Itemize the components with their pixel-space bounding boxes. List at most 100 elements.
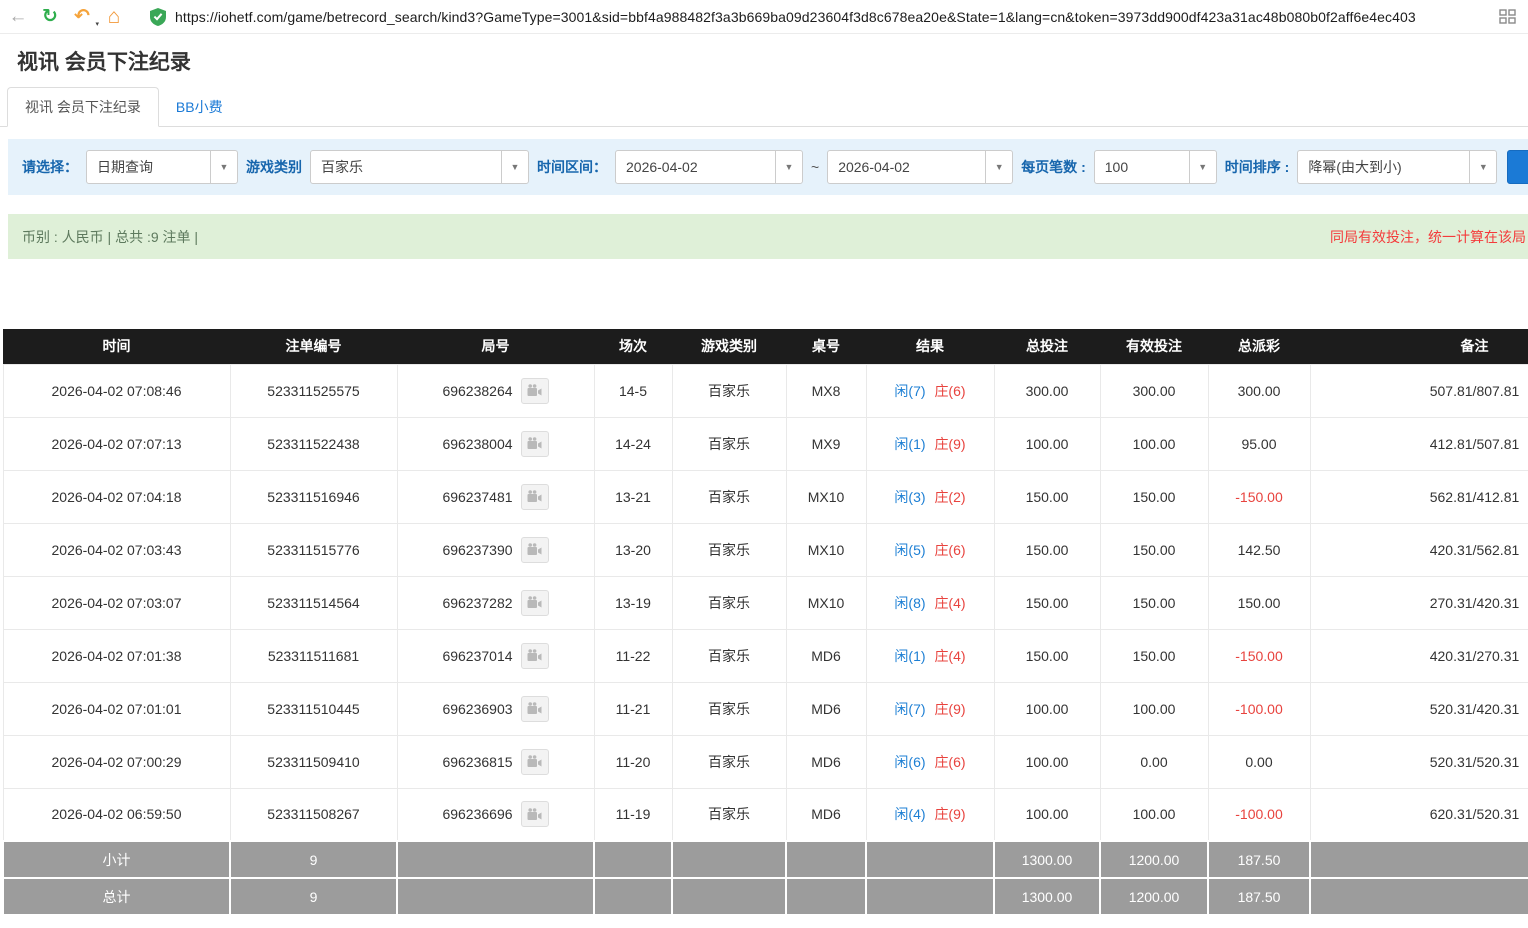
bet-time: 2026-04-02 07:00:29 [3,735,230,788]
video-replay-button[interactable] [521,749,549,775]
tab-bb-tips[interactable]: BB小费 [159,88,240,126]
payout: 300.00 [1208,364,1310,417]
table-no: MX10 [786,576,866,629]
total-bet-link[interactable]: 100.00 [994,682,1100,735]
address-bar[interactable]: https://iohetf.com/game/betrecord_search… [142,3,1490,30]
total-bet-link[interactable]: 100.00 [994,417,1100,470]
video-replay-button[interactable] [521,537,549,563]
chevron-down-icon: ▾ [95,20,99,28]
payout: 142.50 [1208,523,1310,576]
subtotal-valid-bet: 1200.00 [1100,841,1208,878]
video-replay-button[interactable] [521,590,549,616]
remark: 270.31/420.31 [1310,576,1528,629]
total-bet-link[interactable]: 150.00 [994,470,1100,523]
table-no: MD6 [786,788,866,841]
table-row: 2026-04-02 07:08:46 523311525575 6962382… [3,364,1528,417]
date-to-input[interactable]: 2026-04-02 ▼ [827,150,1013,184]
session: 11-19 [594,788,672,841]
round-cell: 696237481 [397,470,594,523]
remark: 520.31/520.31 [1310,735,1528,788]
undo-history-icon[interactable]: ↶▾ [68,3,96,31]
browser-chrome: ← ↻ ↶▾ ⌂ https://iohetf.com/game/betreco… [0,0,1528,34]
page-title: 视讯 会员下注纪录 [0,34,1528,76]
chevron-down-icon[interactable]: ▼ [1469,151,1496,183]
round-id: 696237014 [442,648,512,664]
round-id: 696237282 [442,595,512,611]
chevron-down-icon[interactable]: ▼ [775,151,802,183]
table-row: 2026-04-02 07:07:13 523311522438 6962380… [3,417,1528,470]
payout: -150.00 [1208,470,1310,523]
result-player: 闲(6) [894,754,925,770]
payout: 150.00 [1208,576,1310,629]
video-replay-button[interactable] [521,431,549,457]
round-cell: 696238264 [397,364,594,417]
back-icon[interactable]: ← [4,3,32,31]
table-no: MD6 [786,682,866,735]
chevron-down-icon[interactable]: ▼ [985,151,1012,183]
table-row: 2026-04-02 07:03:07 523311514564 6962372… [3,576,1528,629]
total-bet-link[interactable]: 100.00 [994,788,1100,841]
bet-id: 523311516946 [230,470,397,523]
game-type-value: 百家乐 [311,151,501,183]
result-cell: 闲(7) 庄(6) [866,364,994,417]
payout: -100.00 [1208,788,1310,841]
table-row: 2026-04-02 07:03:43 523311515776 6962373… [3,523,1528,576]
remark: 620.31/520.31 [1310,788,1528,841]
sort-label: 时间排序 : [1225,157,1290,177]
valid-bet: 100.00 [1100,788,1208,841]
empty-cell [866,841,994,878]
total-bet-link[interactable]: 150.00 [994,523,1100,576]
total-payout: 187.50 [1208,878,1310,915]
result-cell: 闲(8) 庄(4) [866,576,994,629]
table-no: MX10 [786,523,866,576]
chevron-down-icon[interactable]: ▼ [210,151,237,183]
page-size-select[interactable]: 100 ▼ [1094,150,1217,184]
extensions-grid-icon[interactable] [1494,4,1520,30]
url-text: https://iohetf.com/game/betrecord_search… [175,9,1416,25]
video-replay-button[interactable] [521,801,549,827]
sort-select[interactable]: 降幂(由大到小) ▼ [1297,150,1497,184]
col-total-bet: 总投注 [994,329,1100,364]
home-icon[interactable]: ⌂ [100,3,128,31]
date-from-input[interactable]: 2026-04-02 ▼ [615,150,803,184]
result-banker: 庄(9) [934,701,965,717]
bet-time: 2026-04-02 07:04:18 [3,470,230,523]
refresh-icon[interactable]: ↻ [36,3,64,31]
video-replay-button[interactable] [521,378,549,404]
result-player: 闲(5) [894,542,925,558]
valid-bet: 100.00 [1100,682,1208,735]
result-banker: 庄(6) [934,383,965,399]
date-to-value: 2026-04-02 [828,151,985,183]
session: 13-21 [594,470,672,523]
tab-bet-records[interactable]: 视讯 会员下注纪录 [7,87,159,127]
subtotal-count: 9 [230,841,397,878]
session: 14-24 [594,417,672,470]
total-bet-link[interactable]: 100.00 [994,735,1100,788]
video-replay-button[interactable] [521,643,549,669]
bet-id: 523311510445 [230,682,397,735]
video-camera-icon [527,755,542,768]
session: 11-20 [594,735,672,788]
filter-bar: 请选择： 日期查询 ▼ 游戏类别 百家乐 ▼ 时间区间： 2026-04-02 … [8,139,1528,195]
total-bet-link[interactable]: 300.00 [994,364,1100,417]
chevron-down-icon[interactable]: ▼ [501,151,528,183]
total-bet-link[interactable]: 150.00 [994,576,1100,629]
query-type-select[interactable]: 日期查询 ▼ [86,150,238,184]
empty-cell [866,878,994,915]
col-remark: 备注 [1310,329,1528,364]
total-bet-link[interactable]: 150.00 [994,629,1100,682]
round-id: 696238004 [442,436,512,452]
video-replay-button[interactable] [521,484,549,510]
search-button[interactable] [1507,150,1528,184]
result-banker: 庄(6) [934,754,965,770]
valid-bet: 0.00 [1100,735,1208,788]
game-type-select[interactable]: 百家乐 ▼ [310,150,529,184]
table-no: MX10 [786,470,866,523]
chevron-down-icon[interactable]: ▼ [1189,151,1216,183]
tab-bar: 视讯 会员下注纪录 BB小费 [0,90,1528,127]
bet-records-table: 时间 注单编号 局号 场次 游戏类别 桌号 结果 总投注 有效投注 总派彩 备注… [2,329,1528,916]
video-replay-button[interactable] [521,696,549,722]
result-banker: 庄(9) [934,806,965,822]
subtotal-label: 小计 [3,841,230,878]
query-type-value: 日期查询 [87,151,210,183]
